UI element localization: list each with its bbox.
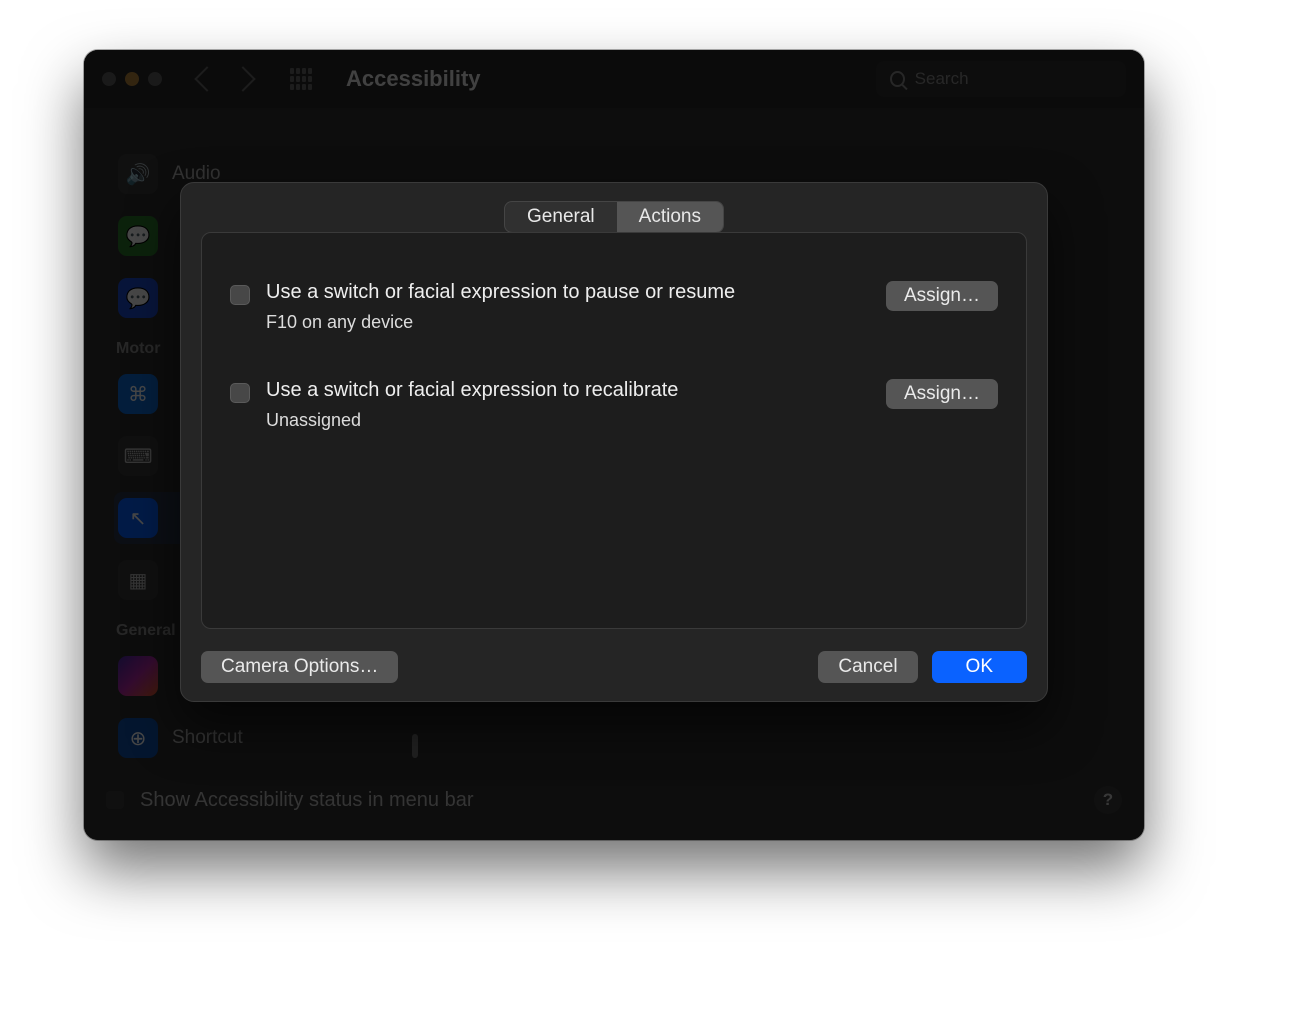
- search-input[interactable]: [915, 69, 1112, 89]
- actions-sheet: General Actions Use a switch or facial e…: [180, 182, 1048, 702]
- tab-actions[interactable]: Actions: [617, 202, 723, 232]
- sidebar-item-shortcut[interactable]: ⊕ Shortcut: [114, 712, 384, 764]
- ok-button[interactable]: OK: [932, 651, 1027, 683]
- option-text: Use a switch or facial expression to pau…: [266, 281, 870, 333]
- captions-icon: 💬: [118, 216, 158, 256]
- preferences-window: Accessibility 🔊 Audio 💬 💬 Motor ⌘ ⌨︎ ↖︎ …: [84, 50, 1144, 840]
- window-close-button[interactable]: [102, 72, 116, 86]
- sidebar-scrollbar[interactable]: [412, 734, 418, 758]
- search-field-wrap[interactable]: [876, 61, 1126, 97]
- page-title: Accessibility: [346, 66, 481, 92]
- option-title: Use a switch or facial expression to rec…: [266, 379, 870, 402]
- segmented-wrap: General Actions: [201, 201, 1027, 233]
- siri-icon: [118, 656, 158, 696]
- actions-panel: Use a switch or facial expression to pau…: [201, 232, 1027, 629]
- cancel-button[interactable]: Cancel: [818, 651, 917, 683]
- window-minimize-button[interactable]: [125, 72, 139, 86]
- show-status-label: Show Accessibility status in menu bar: [140, 789, 474, 812]
- window-zoom-button[interactable]: [148, 72, 162, 86]
- search-icon: [890, 71, 905, 87]
- option-recalibrate: Use a switch or facial expression to rec…: [230, 365, 998, 449]
- option-subtitle: F10 on any device: [266, 312, 870, 333]
- back-button[interactable]: [194, 66, 219, 91]
- show-status-checkbox[interactable]: [106, 791, 124, 809]
- sidebar-item-label: Shortcut: [172, 727, 243, 749]
- camera-options-button[interactable]: Camera Options…: [201, 651, 398, 683]
- option-title: Use a switch or facial expression to pau…: [266, 281, 870, 304]
- assign-pause-button[interactable]: Assign…: [886, 281, 998, 311]
- descriptions-icon: 💬: [118, 278, 158, 318]
- option-subtitle: Unassigned: [266, 410, 870, 431]
- option-pause-resume: Use a switch or facial expression to pau…: [230, 267, 998, 351]
- window-titlebar: Accessibility: [84, 50, 1144, 108]
- grid-icon: ▦: [118, 560, 158, 600]
- option-text: Use a switch or facial expression to rec…: [266, 379, 870, 431]
- speaker-icon: 🔊: [118, 154, 158, 194]
- keyboard-icon: ⌨︎: [118, 436, 158, 476]
- show-all-prefs-button[interactable]: [290, 68, 312, 90]
- tab-segmented-control: General Actions: [504, 201, 724, 233]
- pause-resume-checkbox[interactable]: [230, 285, 250, 305]
- tab-general[interactable]: General: [505, 202, 617, 232]
- assign-recalibrate-button[interactable]: Assign…: [886, 379, 998, 409]
- footer-row: Show Accessibility status in menu bar ?: [106, 786, 1122, 814]
- nav-arrows: [198, 70, 252, 88]
- forward-button[interactable]: [230, 66, 255, 91]
- pointer-icon: ↖︎: [118, 498, 158, 538]
- help-button[interactable]: ?: [1094, 786, 1122, 814]
- sheet-footer: Camera Options… Cancel OK: [201, 629, 1027, 683]
- switch-control-icon: ⌘: [118, 374, 158, 414]
- shortcut-icon: ⊕: [118, 718, 158, 758]
- traffic-lights: [102, 72, 162, 86]
- recalibrate-checkbox[interactable]: [230, 383, 250, 403]
